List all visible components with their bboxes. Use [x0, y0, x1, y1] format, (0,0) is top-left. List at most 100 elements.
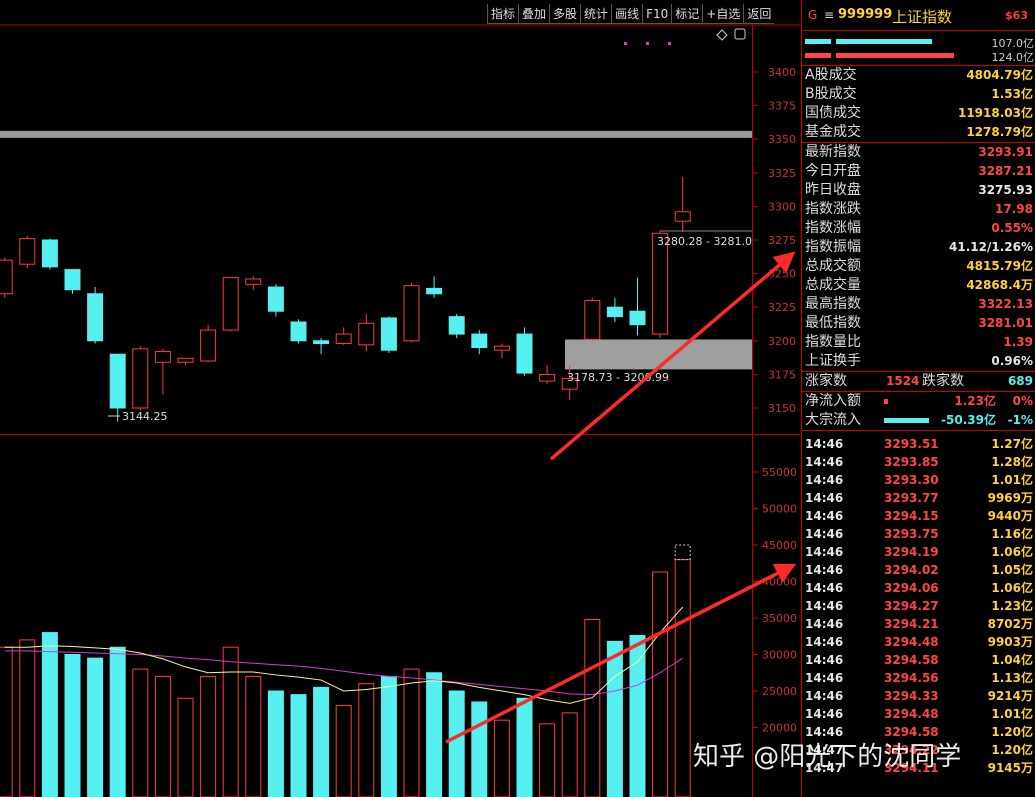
- volume-bar: [313, 686, 330, 797]
- tick-vol: 1.05亿: [991, 563, 1033, 577]
- tick-vol: 9145万: [987, 761, 1033, 775]
- tick-time: 14:46: [805, 617, 844, 631]
- tick-time: 14:46: [805, 653, 844, 667]
- tick-vol: 1.04亿: [991, 653, 1033, 667]
- tick-time: 14:46: [805, 545, 844, 559]
- quote-header: G ≡ 999999 上证指数 $63: [802, 0, 1035, 31]
- tick-row: 14:46 3294.58 1.04亿: [802, 651, 1035, 669]
- stat-1-label: 今日开盘: [805, 163, 861, 179]
- turnover-1-value: 1.53亿: [991, 87, 1033, 101]
- candle-up: [245, 278, 262, 285]
- chart-toolbar: 指标 叠加 多股 统计 画线 F10 标记 +自选 返回: [487, 4, 775, 24]
- stat-0-label: 最新指数: [805, 144, 861, 160]
- menu-icon[interactable]: ≡: [824, 8, 834, 22]
- stat-8-row: 最高指数 3322.13: [802, 295, 1035, 314]
- tick-vol: 9214万: [987, 689, 1033, 703]
- price-axis-label: 3300: [768, 200, 796, 213]
- tick-vol: 9969万: [987, 491, 1033, 505]
- candle-down: [606, 306, 623, 318]
- volume-bar: [358, 683, 375, 797]
- tick-vol: 1.01亿: [991, 707, 1033, 721]
- price-axis-label: 3225: [768, 301, 796, 314]
- tick-vol: 8702万: [987, 617, 1033, 631]
- volume-bar: [493, 719, 510, 797]
- tick-price: 3294.33: [884, 689, 939, 703]
- flow-bar: [884, 399, 888, 404]
- price-axis-label: 3150: [768, 402, 796, 415]
- diamond-icon: [716, 29, 728, 41]
- kline-chart-area[interactable]: 3400 3375 3350 3325 3300 3275 3250 3225 3200 3175…: [0, 0, 800, 797]
- price-axis-label: 3375: [768, 100, 796, 113]
- kline-chart[interactable]: 3400337533503325330032753250322532003175…: [0, 0, 800, 797]
- toolbar-button-0[interactable]: 指标: [487, 4, 519, 24]
- volume-axis-label: 55000: [762, 466, 797, 479]
- volume-axis-label: 30000: [762, 649, 797, 662]
- turnover-1-row: B股成交 1.53亿: [802, 85, 1035, 104]
- volume-bar: [403, 668, 420, 797]
- marker-dot: [668, 42, 671, 45]
- tick-time: 14:46: [805, 455, 844, 469]
- volume-bar: [64, 654, 81, 797]
- tick-price: 3294.19: [884, 545, 939, 559]
- toolbar-button-7[interactable]: +自选: [702, 4, 744, 24]
- tick-time: 14:46: [805, 563, 844, 577]
- volume-axis-label: 45000: [762, 539, 797, 552]
- candle-up: [539, 373, 556, 382]
- index-stats-section: 最新指数 3293.91 今日开盘 3287.21 昨日收盘 3275.93 指数涨跌 17.…: [802, 143, 1035, 372]
- turnover-section: A股成交 4804.79亿 B股成交 1.53亿国债成交 11918.03亿 基金成交 12…: [802, 66, 1035, 143]
- marker-dot: [646, 42, 649, 45]
- stat-0-value: 3293.91: [978, 145, 1033, 159]
- stat-6-label: 总成交额: [805, 258, 861, 274]
- toolbar-button-1[interactable]: 叠加: [518, 4, 550, 24]
- stock-name: 上证指数: [892, 8, 953, 26]
- stat-5-value: 41.12/1.26%: [949, 240, 1033, 254]
- turnover-0-label: A股成交: [805, 67, 857, 83]
- tick-time: 14:46: [805, 671, 844, 685]
- tick-row: 14:46 3293.85 1.28亿: [802, 453, 1035, 471]
- top-label: 3280.28 - 3281.0: [657, 235, 752, 248]
- stat-2-row: 昨日收盘 3275.93: [802, 181, 1035, 200]
- gap-zone: [565, 339, 752, 370]
- tick-price: 3294.48: [884, 707, 939, 721]
- tick-row: 14:46 3294.15 9440万: [802, 507, 1035, 525]
- toolbar-button-6[interactable]: 标记: [671, 4, 703, 24]
- toolbar-button-5[interactable]: F10: [642, 4, 672, 24]
- volume-bar: [674, 559, 691, 797]
- volume-bar: [539, 723, 556, 797]
- tick-price: 3293.75: [884, 527, 939, 541]
- tick-row: 14:46 3294.02 1.05亿: [802, 561, 1035, 579]
- stat-10-row: 指数量比 1.39: [802, 333, 1035, 352]
- stat-2-label: 昨日收盘: [805, 182, 861, 198]
- stat-1-row: 今日开盘 3287.21: [802, 162, 1035, 181]
- volume-bar: [177, 697, 194, 797]
- volume-bar: [606, 640, 623, 797]
- turnover-2-row: 国债成交 11918.03亿: [802, 104, 1035, 123]
- candle-down: [267, 286, 284, 312]
- tick-vol: 1.01亿: [991, 473, 1033, 487]
- down-count: 689: [1007, 374, 1033, 388]
- turnover-1-label: B股成交: [805, 86, 857, 102]
- turnover-0-row: A股成交 4804.79亿: [802, 66, 1035, 85]
- volume-bar: [200, 675, 217, 797]
- stat-9-label: 最低指数: [805, 315, 861, 331]
- stat-4-label: 指数涨幅: [805, 220, 861, 236]
- toolbar-button-2[interactable]: 多股: [549, 4, 581, 24]
- volume-bar: [0, 646, 13, 797]
- toolbar-button-4[interactable]: 画线: [611, 4, 643, 24]
- volume-bar: [448, 690, 465, 797]
- candle-up: [177, 357, 194, 363]
- stat-5-row: 指数振幅 41.12/1.26%: [802, 238, 1035, 257]
- tick-list[interactable]: 14:46 3293.51 1.27亿 14:46 3293.85 1.28亿 14:46 3…: [802, 431, 1035, 777]
- price-axis-label: 3275: [768, 234, 796, 247]
- turnover-3-row: 基金成交 1278.79亿: [802, 123, 1035, 142]
- tick-row: 14:46 3294.48 9903万: [802, 633, 1035, 651]
- candle-down: [41, 239, 58, 268]
- ma5-line: [4, 606, 684, 704]
- tick-price: 3294.48: [884, 635, 939, 649]
- toolbar-button-8[interactable]: 返回: [743, 4, 775, 24]
- toolbar-button-3[interactable]: 统计: [580, 4, 612, 24]
- candle-up: [674, 211, 691, 222]
- candle-up: [222, 277, 239, 331]
- volume-bar: [426, 672, 443, 797]
- volume-bar: [267, 690, 284, 797]
